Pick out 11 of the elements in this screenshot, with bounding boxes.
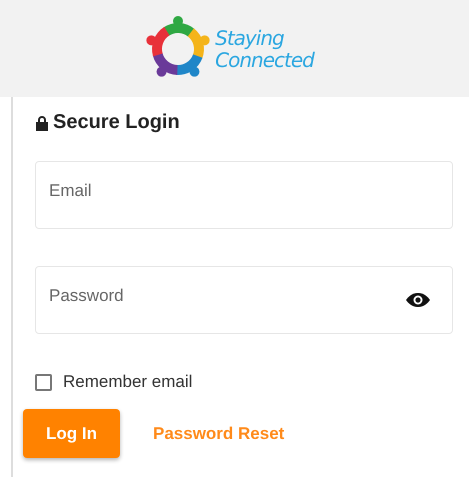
logo-text: Staying: [215, 26, 285, 48]
remember-label: Remember email: [63, 372, 192, 392]
lock-icon: [35, 114, 49, 130]
eye-icon[interactable]: [405, 292, 431, 308]
email-field[interactable]: Email: [35, 161, 453, 229]
password-field[interactable]: Password: [35, 266, 453, 334]
password-reset-link[interactable]: Password Reset: [153, 424, 284, 444]
login-button[interactable]: Log In: [23, 409, 120, 458]
remember-checkbox[interactable]: [35, 374, 52, 390]
login-heading: Secure Login: [53, 111, 180, 134]
logo-text: Connected: [215, 48, 314, 70]
